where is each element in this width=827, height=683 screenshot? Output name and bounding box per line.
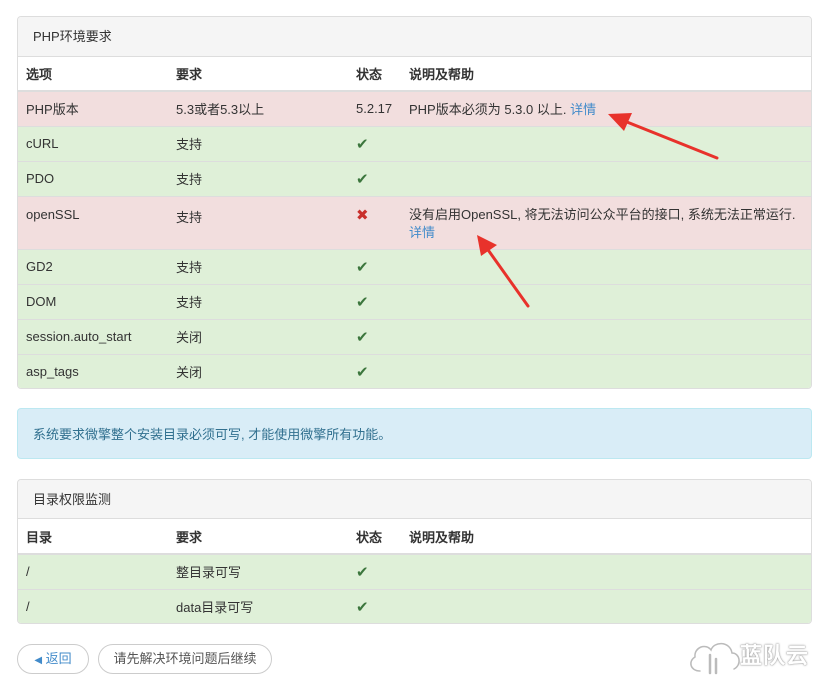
col-header-dir: 目录 <box>18 519 168 555</box>
req-cell: 支持 <box>168 160 348 196</box>
chevron-left-icon: ◀ <box>34 655 43 666</box>
req-cell: data目录可写 <box>168 588 348 623</box>
details-link[interactable]: 详情 <box>570 102 596 117</box>
req-cell: 支持 <box>168 248 348 284</box>
watermark-text: 蓝队云 <box>740 644 810 669</box>
status-cell: ✔ <box>348 553 401 589</box>
help-cell <box>401 160 811 196</box>
status-cell: ✔ <box>348 353 401 388</box>
table-row: DOM 支持 ✔ <box>18 283 811 319</box>
check-icon: ✔ <box>356 563 369 581</box>
table-row: / 整目录可写 ✔ <box>18 553 811 589</box>
dir-cell: / <box>18 588 168 623</box>
req-cell: 关闭 <box>168 318 348 354</box>
status-cell: ✔ <box>348 248 401 284</box>
req-cell: 5.3或者5.3以上 <box>168 90 348 126</box>
dir-cell: / <box>18 553 168 589</box>
check-icon: ✔ <box>356 135 369 153</box>
help-cell <box>401 353 811 388</box>
col-header-option: 选项 <box>18 57 168 92</box>
help-cell: 没有启用OpenSSL, 将无法访问公众平台的接口, 系统无法正常运行. 详情 <box>401 195 811 249</box>
option-cell: session.auto_start <box>18 318 168 354</box>
cross-icon: ✖ <box>356 206 369 224</box>
status-cell: ✔ <box>348 125 401 161</box>
dir-panel: 目录权限监测 目录 要求 状态 说明及帮助 / 整目录可写 ✔ / data目录… <box>17 479 812 624</box>
status-cell: ✔ <box>348 160 401 196</box>
dir-table: 目录 要求 状态 说明及帮助 / 整目录可写 ✔ / data目录可写 ✔ <box>18 519 811 623</box>
table-row: openSSL 支持 ✖ 没有启用OpenSSL, 将无法访问公众平台的接口, … <box>18 195 811 249</box>
back-button[interactable]: ◀ 返回 <box>17 644 89 674</box>
option-cell: GD2 <box>18 248 168 284</box>
req-cell: 支持 <box>168 195 348 249</box>
col-header-help: 说明及帮助 <box>401 57 811 92</box>
help-text: 没有启用OpenSSL, 将无法访问公众平台的接口, 系统无法正常运行. <box>409 206 796 222</box>
table-row: asp_tags 关闭 ✔ <box>18 353 811 388</box>
details-link[interactable]: 详情 <box>409 225 435 240</box>
col-header-req: 要求 <box>168 519 348 555</box>
help-cell <box>401 125 811 161</box>
back-button-label: 返回 <box>45 651 72 666</box>
table-row: PDO 支持 ✔ <box>18 160 811 196</box>
env-table: 选项 要求 状态 说明及帮助 PHP版本 5.3或者5.3以上 5.2.17 P… <box>18 57 811 388</box>
option-cell: cURL <box>18 125 168 161</box>
help-cell <box>401 318 811 354</box>
status-cell: ✔ <box>348 588 401 623</box>
info-alert: 系统要求微擎整个安装目录必须可写, 才能使用微擎所有功能。 <box>17 408 812 459</box>
help-cell <box>401 553 811 589</box>
table-row: PHP版本 5.3或者5.3以上 5.2.17 PHP版本必须为 5.3.0 以… <box>18 90 811 126</box>
check-icon: ✔ <box>356 293 369 311</box>
status-cell: ✖ <box>348 195 401 249</box>
continue-button[interactable]: 请先解决环境问题后继续 <box>98 644 272 674</box>
table-row: / data目录可写 ✔ <box>18 588 811 623</box>
help-cell <box>401 283 811 319</box>
check-icon: ✔ <box>356 598 369 616</box>
table-row: session.auto_start 关闭 ✔ <box>18 318 811 354</box>
option-cell: PDO <box>18 160 168 196</box>
help-cell <box>401 248 811 284</box>
check-icon: ✔ <box>356 328 369 346</box>
req-cell: 支持 <box>168 283 348 319</box>
help-cell <box>401 588 811 623</box>
status-cell: ✔ <box>348 283 401 319</box>
check-icon: ✔ <box>356 258 369 276</box>
env-panel: PHP环境要求 选项 要求 状态 说明及帮助 PHP版本 5.3或者5.3以上 … <box>17 16 812 389</box>
help-text: PHP版本必须为 5.3.0 以上. <box>409 102 567 118</box>
status-cell: 5.2.17 <box>348 90 401 126</box>
help-cell: PHP版本必须为 5.3.0 以上. 详情 <box>401 90 811 126</box>
col-header-help: 说明及帮助 <box>401 519 811 555</box>
option-cell: PHP版本 <box>18 90 168 126</box>
req-cell: 关闭 <box>168 353 348 388</box>
option-cell: openSSL <box>18 195 168 249</box>
env-panel-title: PHP环境要求 <box>18 17 811 57</box>
check-icon: ✔ <box>356 170 369 188</box>
dir-panel-title: 目录权限监测 <box>18 480 811 519</box>
col-header-status: 状态 <box>348 519 401 555</box>
status-cell: ✔ <box>348 318 401 354</box>
table-row: GD2 支持 ✔ <box>18 248 811 284</box>
req-cell: 支持 <box>168 125 348 161</box>
req-cell: 整目录可写 <box>168 553 348 589</box>
option-cell: asp_tags <box>18 353 168 388</box>
table-row: cURL 支持 ✔ <box>18 125 811 161</box>
check-icon: ✔ <box>356 363 369 381</box>
col-header-status: 状态 <box>348 57 401 92</box>
col-header-req: 要求 <box>168 57 348 92</box>
option-cell: DOM <box>18 283 168 319</box>
